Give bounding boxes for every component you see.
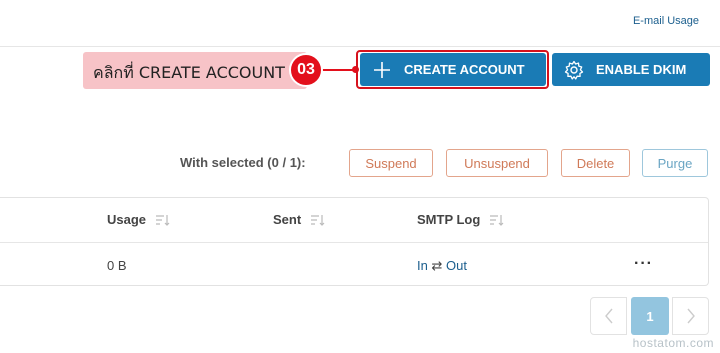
column-header-usage[interactable]: Usage <box>107 212 170 227</box>
chevron-right-icon <box>686 308 695 324</box>
email-usage-link[interactable]: E-mail Usage <box>633 15 699 27</box>
column-header-sent[interactable]: Sent <box>273 212 325 227</box>
create-account-highlight <box>356 50 549 89</box>
sort-icon <box>490 214 504 226</box>
pagination-prev-button[interactable] <box>590 297 627 335</box>
row-actions-menu[interactable]: ··· <box>634 255 653 273</box>
enable-dkim-label: ENABLE DKIM <box>596 62 687 77</box>
chevron-left-icon <box>604 308 613 324</box>
callout-connector-line <box>322 69 356 71</box>
step-number-badge: 03 <box>289 53 323 87</box>
tutorial-callout: คลิกที่ CREATE ACCOUNT <box>83 52 307 89</box>
pagination-page-1[interactable]: 1 <box>631 297 669 335</box>
column-header-smtp-log[interactable]: SMTP Log <box>417 212 504 227</box>
pagination-next-button[interactable] <box>672 297 709 335</box>
unsuspend-button[interactable]: Unsuspend <box>446 149 548 177</box>
smtp-log-cell: In ⇄ Out <box>417 258 467 274</box>
smtp-out-link[interactable]: Out <box>446 258 467 273</box>
sort-icon <box>311 214 325 226</box>
table-header: Usage Sent SMTP Log <box>0 198 708 243</box>
callout-text: คลิกที่ CREATE ACCOUNT <box>93 63 285 82</box>
purge-button[interactable]: Purge <box>642 149 708 177</box>
sort-icon <box>156 214 170 226</box>
delete-button[interactable]: Delete <box>561 149 630 177</box>
enable-dkim-button[interactable]: ENABLE DKIM <box>552 53 710 86</box>
smtp-in-link[interactable]: In <box>417 258 428 273</box>
column-label-smtp-log: SMTP Log <box>417 212 481 227</box>
gear-icon <box>564 60 584 80</box>
top-bar: E-mail Usage <box>0 0 720 47</box>
with-selected-label: With selected (0 / 1): <box>180 155 306 170</box>
watermark: hostatom.com <box>632 336 714 350</box>
swap-arrows-icon: ⇄ <box>431 258 443 273</box>
column-label-sent: Sent <box>273 212 302 227</box>
usage-cell: 0 B <box>107 258 127 273</box>
column-label-usage: Usage <box>107 212 147 227</box>
accounts-table: Usage Sent SMTP Log 0 B In ⇄ Out ··· <box>0 197 709 286</box>
suspend-button[interactable]: Suspend <box>349 149 433 177</box>
